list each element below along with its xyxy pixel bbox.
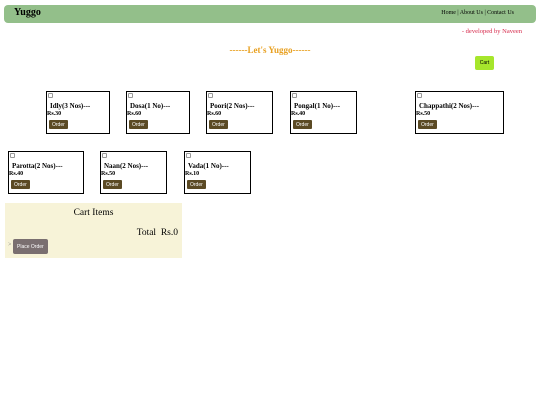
navbar: Yuggo Home | About Us | Contact Us xyxy=(4,5,536,23)
item-name: Poori(2 Nos)--- xyxy=(210,102,255,110)
brand-logo[interactable]: Yuggo xyxy=(14,7,41,18)
cart-title: Cart Items xyxy=(73,208,114,218)
menu-card-chappathi: Chappathi(2 Nos)--- Rs.50 Order xyxy=(415,91,504,134)
nav-link-about-us[interactable]: About Us xyxy=(460,10,483,16)
order-button[interactable]: Order xyxy=(209,120,228,129)
item-name: Dosa(1 No)--- xyxy=(130,102,171,110)
item-price: Rs.10 xyxy=(185,171,200,177)
item-name: Pongal(1 No)--- xyxy=(294,102,341,110)
place-order-button[interactable]: Place Order xyxy=(13,239,48,254)
item-name: Chappathi(2 Nos)--- xyxy=(419,102,480,110)
nav-links: Home | About Us | Contact Us xyxy=(441,10,514,16)
menu-card-pongal: Pongal(1 No)--- Rs.40 Order xyxy=(290,91,357,134)
menu-card-naan: Naan(2 Nos)--- Rs.50 Order xyxy=(100,151,167,194)
order-button[interactable]: Order xyxy=(187,180,206,189)
item-name: Vada(1 No)--- xyxy=(188,162,229,170)
order-button[interactable]: Order xyxy=(49,120,68,129)
nav-link-contact-us[interactable]: Contact Us xyxy=(487,10,514,16)
broken-image-icon xyxy=(186,153,191,158)
menu-card-dosa: Dosa(1 No)--- Rs.60 Order xyxy=(126,91,190,134)
broken-image-icon xyxy=(417,93,422,98)
broken-image-icon xyxy=(292,93,297,98)
chevron-right-icon: > xyxy=(8,242,12,248)
broken-image-icon xyxy=(102,153,107,158)
menu-card-poori: Poori(2 Nos)--- Rs.60 Order xyxy=(206,91,273,134)
order-button[interactable]: Order xyxy=(293,120,312,129)
menu-card-idly: Idly(3 Nos)--- Rs.30 Order xyxy=(46,91,110,134)
menu-card-vada: Vada(1 No)--- Rs.10 Order xyxy=(184,151,251,194)
order-button[interactable]: Order xyxy=(129,120,148,129)
order-button[interactable]: Order xyxy=(11,180,30,189)
item-name: Idly(3 Nos)--- xyxy=(50,102,91,110)
cart-panel: Cart Items Total Rs.0 > Place Order xyxy=(5,203,182,258)
developer-credit: - developed by Naveen xyxy=(461,28,522,35)
item-price: Rs.60 xyxy=(207,111,222,117)
nav-link-home[interactable]: Home xyxy=(441,10,456,16)
broken-image-icon xyxy=(10,153,15,158)
broken-image-icon xyxy=(208,93,213,98)
item-name: Parotta(2 Nos)--- xyxy=(12,162,63,170)
broken-image-icon xyxy=(128,93,133,98)
order-button[interactable]: Order xyxy=(418,120,437,129)
order-button[interactable]: Order xyxy=(103,180,122,189)
cart-button[interactable]: Cart xyxy=(475,56,494,70)
item-price: Rs.40 xyxy=(291,111,306,117)
item-price: Rs.50 xyxy=(101,171,116,177)
total-label: Total xyxy=(136,228,157,238)
total-value: Rs.0 xyxy=(160,228,178,238)
broken-image-icon xyxy=(48,93,53,98)
menu-card-parotta: Parotta(2 Nos)--- Rs.40 Order xyxy=(8,151,84,194)
item-price: Rs.60 xyxy=(127,111,142,117)
item-price: Rs.50 xyxy=(416,111,431,117)
cart-total: Total Rs.0 xyxy=(137,228,178,238)
item-price: Rs.40 xyxy=(9,171,24,177)
item-name: Naan(2 Nos)--- xyxy=(104,162,149,170)
item-price: Rs.30 xyxy=(47,111,62,117)
page-headline: ------Let's Yuggo------ xyxy=(229,45,311,55)
